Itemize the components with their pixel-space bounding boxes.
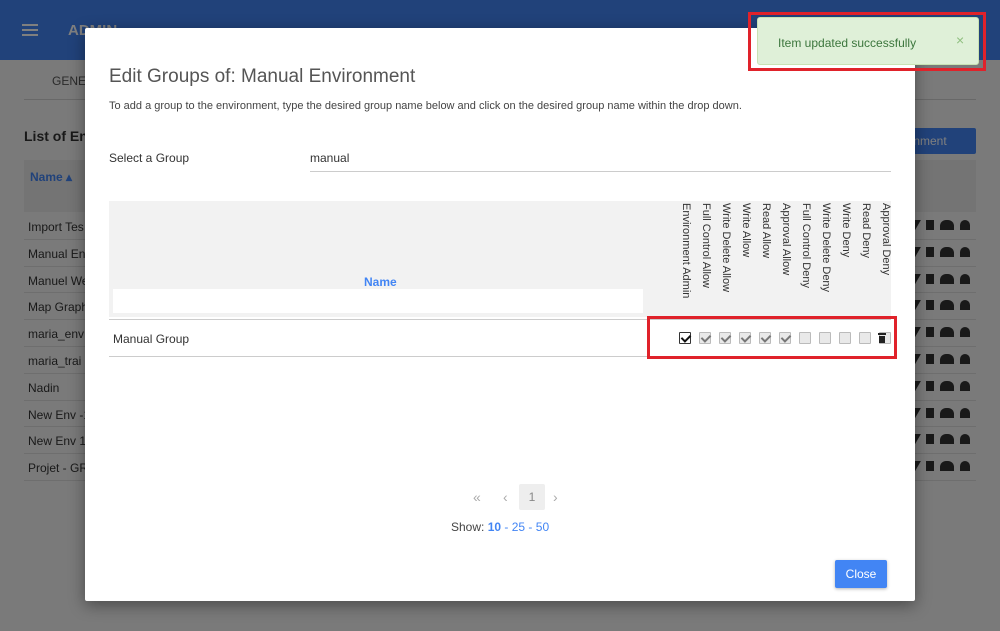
permission-header-label: Full Control Allow [700,203,712,288]
edit-groups-modal: Edit Groups of: Manual Environment To ad… [85,28,915,601]
permission-column-header: Write Delete Allow [718,203,734,315]
permission-column-header: Full Control Deny [798,203,814,315]
permission-header-label: Write Delete Allow [720,203,732,293]
permissions-highlight-box [647,316,897,359]
permission-column-header: Environment Admin [678,203,694,315]
group-name: Manual Group [113,332,190,346]
pagination: « ‹ 1 › [85,484,915,510]
permission-header-label: Approval Allow [780,203,792,276]
name-column-header[interactable]: Name [364,275,397,289]
show-label: Show: [451,520,485,534]
next-page-button[interactable]: › [553,489,558,505]
name-filter-input[interactable] [113,289,643,313]
permission-header-label: Write Delete Deny [820,203,832,293]
groups-grid-header: Name Environment Admin Full Control Allow… [109,201,894,317]
separator: - [501,520,512,534]
modal-title: Edit Groups of: Manual Environment [109,66,416,87]
previous-page-button[interactable]: ‹ [503,489,508,505]
permission-header-label: Environment Admin [680,203,692,299]
page-size-50[interactable]: 50 [536,520,549,534]
modal-description: To add a group to the environment, type … [109,100,742,112]
page-size-25[interactable]: 25 [512,520,525,534]
current-page[interactable]: 1 [519,484,545,510]
page-size-selector: Show: 10 - 25 - 50 [451,520,549,534]
toast-highlight-box [748,12,986,71]
permission-column-header: Full Control Allow [698,203,714,315]
select-group-label: Select a Group [109,151,190,165]
permission-header-label: Approval Deny [880,203,892,276]
first-page-button[interactable]: « [473,489,481,505]
permission-column-header: Read Deny [858,203,874,315]
page-size-10[interactable]: 10 [488,520,501,534]
permission-column-header: Approval Deny [878,203,894,315]
permission-header-label: Full Control Deny [800,203,812,288]
permission-header-label: Write Allow [740,203,752,258]
permission-column-header: Write Deny [838,203,854,315]
permission-column-header: Approval Allow [778,203,794,315]
select-group-input[interactable] [310,142,891,172]
close-button[interactable]: Close [835,560,887,588]
permission-header-label: Read Allow [760,203,772,259]
separator: - [525,520,536,534]
permission-column-header: Write Allow [738,203,754,315]
permission-column-header: Write Delete Deny [818,203,834,315]
permission-column-header: Read Allow [758,203,774,315]
permission-header-label: Read Deny [860,203,872,259]
permission-header-label: Write Deny [840,203,852,258]
